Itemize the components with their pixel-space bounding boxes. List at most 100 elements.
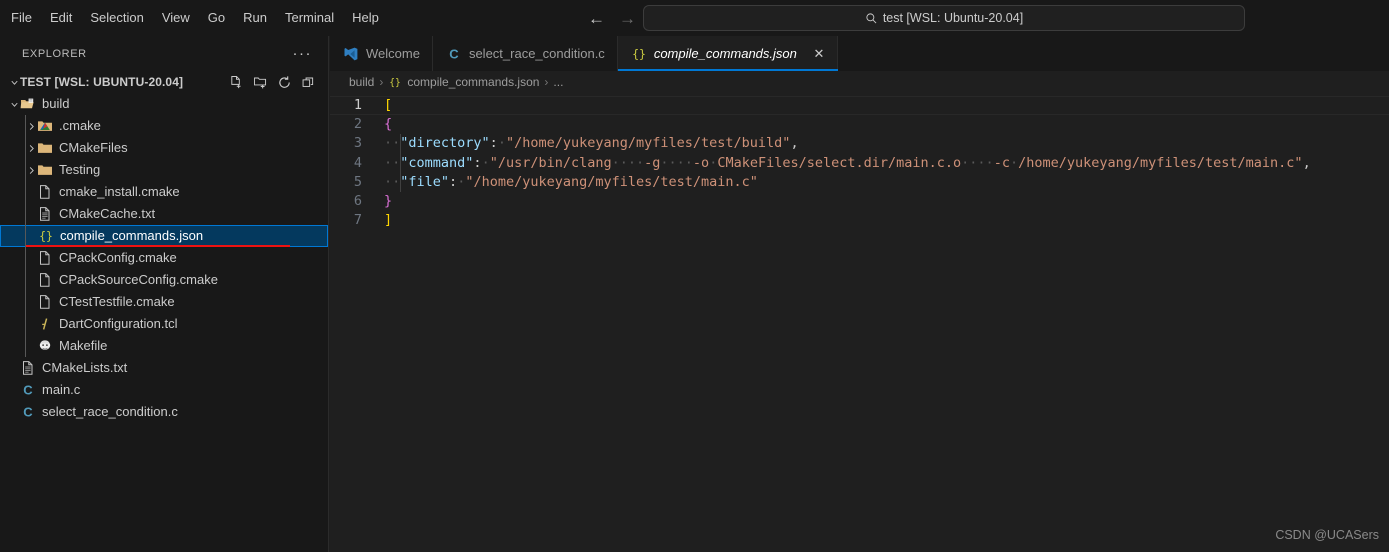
- file-tree: build .cmake CMakeFiles Testing cmake_instal…: [0, 93, 328, 423]
- svg-text:{}: {}: [390, 78, 402, 89]
- svg-text:C: C: [23, 404, 33, 419]
- chevron-right-icon[interactable]: [25, 115, 37, 137]
- tree-item[interactable]: CPackConfig.cmake: [0, 247, 328, 269]
- tree-item[interactable]: CMakeLists.txt: [0, 357, 328, 379]
- json-braces-icon: {}: [388, 75, 402, 89]
- tree-item[interactable]: Cselect_race_condition.c: [0, 401, 328, 423]
- tree-item[interactable]: CTestTestfile.cmake: [0, 291, 328, 313]
- code-line[interactable]: 3 ··"directory":·"/home/yukeyang/myfiles/…: [330, 134, 1389, 153]
- menu-item-help[interactable]: Help: [343, 6, 388, 30]
- collapse-all-icon[interactable]: [301, 75, 316, 90]
- chevron-right-icon[interactable]: [25, 159, 37, 181]
- tree-item[interactable]: Cmain.c: [0, 379, 328, 401]
- code-line[interactable]: 6}: [330, 192, 1389, 211]
- tree-item-label: CPackSourceConfig.cmake: [59, 272, 218, 287]
- editor-area: Welcome Cselect_race_condition.c {} compile…: [330, 36, 1389, 552]
- tree-item[interactable]: Testing: [0, 159, 328, 181]
- text-file-icon: [20, 360, 36, 376]
- tree-item[interactable]: Makefile: [0, 335, 328, 357]
- code-line[interactable]: 1[: [330, 96, 1389, 116]
- breadcrumb-tail[interactable]: ...: [553, 71, 563, 93]
- menu-item-selection[interactable]: Selection: [81, 6, 152, 30]
- code-line[interactable]: 4 ··"command":·"/usr/bin/clang····-g····-…: [330, 154, 1389, 173]
- editor-tab[interactable]: Cselect_race_condition.c: [432, 36, 618, 71]
- workspace-root-label: TEST [WSL: UBUNTU-20.04]: [20, 75, 184, 89]
- new-file-icon[interactable]: [229, 75, 244, 90]
- search-icon: [865, 12, 878, 25]
- breadcrumb-folder[interactable]: build: [349, 71, 374, 93]
- tcl-file-icon: [37, 316, 53, 332]
- tree-item[interactable]: cmake_install.cmake: [0, 181, 328, 203]
- chevron-down-icon[interactable]: [8, 71, 20, 93]
- menu-item-go[interactable]: Go: [199, 6, 234, 30]
- folder-cmake-icon: [37, 118, 53, 134]
- tree-item[interactable]: build: [0, 93, 328, 115]
- tree-item-label: Makefile: [59, 338, 108, 353]
- tree-item[interactable]: DartConfiguration.tcl: [0, 313, 328, 335]
- editor-tab[interactable]: {} compile_commands.json ✕: [617, 36, 838, 71]
- json-file-icon: {}: [38, 228, 54, 244]
- line-number: 4: [353, 154, 362, 171]
- json-file-icon: {}: [631, 46, 647, 62]
- menu-item-run[interactable]: Run: [234, 6, 276, 30]
- workspace-root-row[interactable]: TEST [WSL: UBUNTU-20.04]: [0, 71, 328, 93]
- line-number: 1: [353, 97, 362, 114]
- code-line[interactable]: 7]: [330, 211, 1389, 230]
- file-icon: [37, 250, 53, 266]
- folder-icon: [37, 140, 53, 156]
- forward-arrow-icon[interactable]: →: [619, 10, 636, 27]
- code-line-text: ··"file":·"/home/yukeyang/myfiles/test/m…: [384, 173, 758, 190]
- command-center[interactable]: test [WSL: Ubuntu-20.04]: [643, 5, 1245, 31]
- tree-item[interactable]: CPackSourceConfig.cmake: [0, 269, 328, 291]
- chevron-down-icon[interactable]: [8, 93, 20, 115]
- explorer-sidebar: EXPLORER ··· TEST [WSL: UBUNTU-20.04] bu…: [0, 36, 329, 552]
- editor-tab[interactable]: Welcome: [330, 36, 433, 71]
- explorer-header: EXPLORER ···: [0, 36, 328, 71]
- navigation-arrows: ← →: [588, 0, 636, 36]
- tab-label: compile_commands.json: [653, 46, 797, 61]
- chevron-right-icon[interactable]: [25, 137, 37, 159]
- menu-item-terminal[interactable]: Terminal: [276, 6, 343, 30]
- folder-icon: [37, 162, 53, 178]
- menu-item-file[interactable]: File: [2, 6, 41, 30]
- back-arrow-icon[interactable]: ←: [588, 10, 605, 27]
- vscode-logo-icon: [343, 46, 359, 62]
- tree-item-label: compile_commands.json: [60, 228, 204, 243]
- code-editor[interactable]: 1[2{3 ··"directory":·"/home/yukeyang/myfi…: [330, 93, 1389, 230]
- code-line[interactable]: 2{: [330, 115, 1389, 134]
- tab-close-icon[interactable]: ✕: [813, 47, 825, 60]
- code-line-text: ··"command":·"/usr/bin/clang····-g····-o…: [384, 154, 1311, 171]
- tree-item[interactable]: .cmake: [0, 115, 328, 137]
- tree-item[interactable]: CMakeFiles: [0, 137, 328, 159]
- new-folder-icon[interactable]: [253, 75, 268, 90]
- more-actions-icon[interactable]: ···: [291, 46, 315, 61]
- tree-item[interactable]: CMakeCache.txt: [0, 203, 328, 225]
- tree-item-label: CMakeCache.txt: [59, 206, 156, 221]
- file-icon: [37, 184, 53, 200]
- code-line[interactable]: 5 ··"file":·"/home/yukeyang/myfiles/test/…: [330, 173, 1389, 192]
- refresh-icon[interactable]: [277, 75, 292, 90]
- menu-item-view[interactable]: View: [153, 6, 199, 30]
- code-line-text: }: [384, 193, 393, 210]
- breadcrumb-file[interactable]: compile_commands.json: [407, 71, 539, 93]
- folder-open-icon: [20, 96, 36, 112]
- svg-text:C: C: [23, 382, 33, 397]
- menu-item-edit[interactable]: Edit: [41, 6, 81, 30]
- svg-text:{}: {}: [632, 47, 646, 61]
- command-center-text: test [WSL: Ubuntu-20.04]: [882, 11, 1024, 25]
- code-line-text: ··"directory":·"/home/yukeyang/myfiles/t…: [384, 135, 799, 152]
- tree-item-label: Testing: [59, 162, 101, 177]
- tree-item-label: DartConfiguration.tcl: [59, 316, 178, 331]
- tree-item-selected[interactable]: {} compile_commands.json: [0, 225, 328, 247]
